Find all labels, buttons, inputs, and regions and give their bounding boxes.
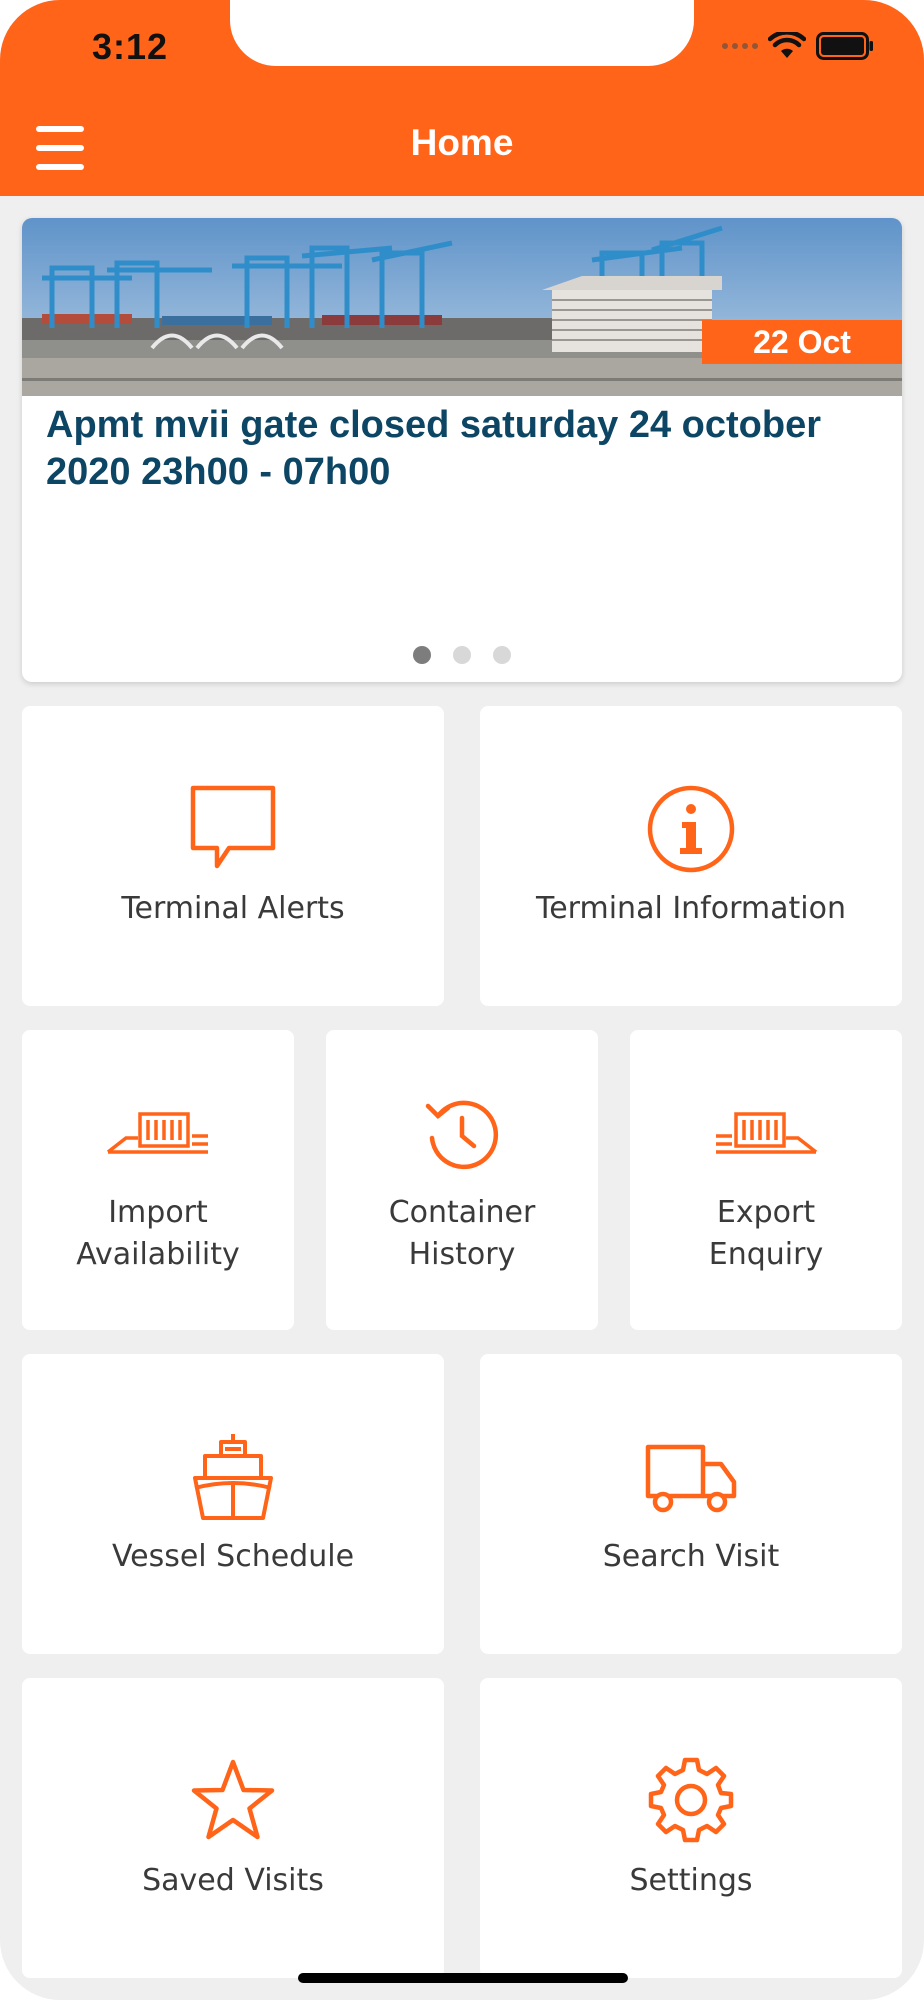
container-import-icon: [106, 1112, 208, 1154]
tile-label: Vessel Schedule: [111, 1539, 355, 1574]
tile-label-line1: Container: [388, 1195, 536, 1230]
page-title: Home: [410, 122, 514, 163]
history-clock-icon: [425, 1100, 499, 1170]
search-visit-tile[interactable]: Search Visit: [480, 1354, 902, 1654]
tile-label-line2: History: [408, 1237, 516, 1272]
port-terminal-photo: [22, 218, 902, 396]
app-screen: 3:12 Home 22 Oct Apmt mvii gate closed s…: [0, 0, 924, 2000]
terminal-alerts-tile[interactable]: Terminal Alerts: [22, 706, 444, 1006]
home-indicator[interactable]: [298, 1973, 628, 1983]
truck-icon: [645, 1444, 737, 1513]
tile-label: Settings: [629, 1863, 753, 1898]
settings-tile[interactable]: Settings: [480, 1678, 902, 1978]
carousel-dot[interactable]: [493, 646, 511, 664]
info-icon: [647, 785, 735, 873]
star-icon: [191, 1759, 275, 1840]
cellular-signal-icon: [722, 43, 758, 49]
tile-label: Terminal Information: [536, 891, 846, 926]
gear-icon: [648, 1757, 734, 1843]
tile-label: Terminal Alerts: [121, 891, 345, 926]
import-availability-tile[interactable]: Import Availability: [22, 1030, 294, 1330]
carousel-dot[interactable]: [453, 646, 471, 664]
export-enquiry-tile[interactable]: Export Enquiry: [630, 1030, 902, 1330]
status-time: 3:12: [92, 26, 169, 67]
terminal-information-tile[interactable]: Terminal Information: [480, 706, 902, 1006]
wifi-icon: [768, 32, 806, 58]
battery-icon: [816, 32, 873, 60]
chat-bubble-icon: [190, 785, 276, 869]
tile-label-line1: Export: [716, 1195, 816, 1230]
status-icons: [722, 32, 874, 60]
tile-label: Saved Visits: [142, 1863, 324, 1898]
container-history-tile[interactable]: Container History: [326, 1030, 598, 1330]
saved-visits-tile[interactable]: Saved Visits: [22, 1678, 444, 1978]
ship-icon: [193, 1434, 273, 1520]
tile-label-line1: Import: [108, 1195, 208, 1230]
news-date-badge: 22 Oct: [702, 320, 902, 364]
menu-line-icon: [36, 164, 84, 170]
tile-label-line2: Availability: [76, 1237, 240, 1272]
carousel-pagination[interactable]: [22, 646, 902, 664]
device-notch: [230, 0, 694, 66]
news-headline[interactable]: Apmt mvii gate closed saturday 24 octobe…: [46, 402, 878, 496]
vessel-schedule-tile[interactable]: Vessel Schedule: [22, 1354, 444, 1654]
app-header: 3:12 Home: [0, 0, 924, 196]
tile-label-line2: Enquiry: [708, 1237, 824, 1272]
news-carousel-card[interactable]: 22 Oct Apmt mvii gate closed saturday 24…: [22, 218, 902, 682]
container-export-icon: [716, 1112, 818, 1154]
tile-label: Search Visit: [602, 1539, 780, 1574]
carousel-dot-active[interactable]: [413, 646, 431, 664]
